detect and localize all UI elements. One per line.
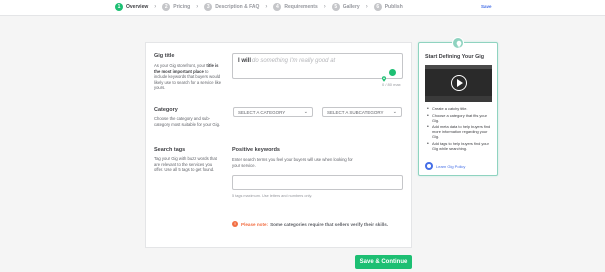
tip-item: Add meta data to help buyers find more i…: [427, 124, 495, 139]
tips-title: Start Defining Your Gig: [425, 54, 485, 60]
step-publish[interactable]: 6 Publish: [373, 3, 403, 11]
save-link[interactable]: Save: [481, 4, 492, 9]
top-stepper-bar: 1 Overview › 2 Pricing › 3 Description &…: [0, 0, 605, 16]
gig-overview-form: Gig title As your Gig storefront, your t…: [145, 42, 412, 248]
title-char-counter: 0 / 80 max: [382, 82, 401, 87]
step-number: 2: [162, 3, 171, 11]
search-tags-description: Tag your Gig with buzz words that are re…: [154, 156, 217, 173]
chevron-right-icon: ›: [365, 4, 368, 10]
category-select-value: SELECT A CATEGORY: [238, 110, 286, 115]
step-label: Overview: [126, 4, 149, 10]
tip-item: Create a catchy title.: [427, 106, 495, 112]
step-label: Publish: [384, 4, 403, 10]
step-number: 3: [204, 3, 213, 11]
chevron-down-icon: ⌄: [303, 109, 308, 115]
tips-video[interactable]: [425, 65, 492, 102]
chevron-right-icon: ›: [265, 4, 268, 10]
tips-list: Create a catchy title. Choose a category…: [427, 106, 495, 153]
grammarly-icon[interactable]: [389, 69, 396, 76]
subcategory-select-value: SELECT A SUBCATEGORY: [327, 110, 384, 115]
category-select[interactable]: SELECT A CATEGORY ⌄: [233, 107, 313, 117]
search-tags-label: Search tags: [154, 147, 186, 153]
warning-icon: !: [232, 221, 238, 227]
tip-item: Choose a category that fits your Gig.: [427, 113, 495, 124]
step-label: Description & FAQ: [215, 4, 260, 10]
gig-title-input[interactable]: I will do something I'm really good at: [232, 53, 403, 82]
subcategory-select[interactable]: SELECT A SUBCATEGORY ⌄: [322, 107, 402, 117]
step-number: 1: [115, 3, 123, 11]
tips-card: Start Defining Your Gig Create a catchy …: [418, 42, 498, 176]
step-overview[interactable]: 1 Overview ›: [115, 3, 156, 11]
category-label: Category: [154, 107, 178, 113]
category-description: Choose the category and sub-category mos…: [154, 116, 221, 127]
step-number: 4: [273, 3, 282, 11]
policy-icon: [425, 162, 433, 170]
lightbulb-icon: [452, 37, 464, 49]
chevron-right-icon: ›: [154, 4, 157, 10]
gig-policy-link-text: Learn Gig Policy: [436, 163, 466, 169]
positive-keywords-description: Enter search terms you feel your buyers …: [232, 157, 353, 168]
gig-title-description: As your Gig storefront, your title is th…: [154, 63, 222, 91]
tags-hint: 5 tags maximum. Use letters and numbers …: [232, 194, 313, 198]
step-number: 5: [331, 3, 340, 11]
chevron-right-icon: ›: [196, 4, 199, 10]
chevron-down-icon: ⌄: [392, 109, 397, 115]
chevron-right-icon: ›: [323, 4, 326, 10]
tip-item: Add tags to help buyers find your Gig wh…: [427, 141, 495, 152]
video-bottom-bar: [425, 96, 492, 102]
step-gallery[interactable]: 5 Gallery ›: [331, 3, 368, 11]
location-pin-icon: [381, 69, 387, 82]
step-label: Pricing: [173, 4, 191, 10]
positive-keywords-title: Positive keywords: [232, 147, 280, 153]
save-continue-button[interactable]: Save & Continue: [355, 255, 412, 269]
please-note: ! Please note: Some categories require t…: [232, 221, 388, 227]
gig-title-placeholder: do something I'm really good at: [252, 58, 336, 64]
step-requirements[interactable]: 4 Requirements ›: [273, 3, 326, 11]
gig-policy-link[interactable]: Learn Gig Policy: [425, 162, 465, 170]
step-description-faq[interactable]: 3 Description & FAQ ›: [204, 3, 267, 11]
step-label: Requirements: [284, 4, 318, 10]
tags-input[interactable]: [232, 175, 403, 190]
video-top-bar: [425, 65, 492, 69]
stepper: 1 Overview › 2 Pricing › 3 Description &…: [115, 3, 409, 11]
gig-title-label: Gig title: [154, 53, 175, 59]
play-icon[interactable]: [451, 75, 467, 91]
note-text: Some categories require that sellers ver…: [270, 221, 389, 227]
note-heading: Please note:: [241, 221, 269, 227]
gig-title-prefix: I will: [238, 58, 252, 64]
step-label: Gallery: [342, 4, 360, 10]
step-pricing[interactable]: 2 Pricing ›: [162, 3, 198, 11]
step-number: 6: [373, 3, 382, 11]
